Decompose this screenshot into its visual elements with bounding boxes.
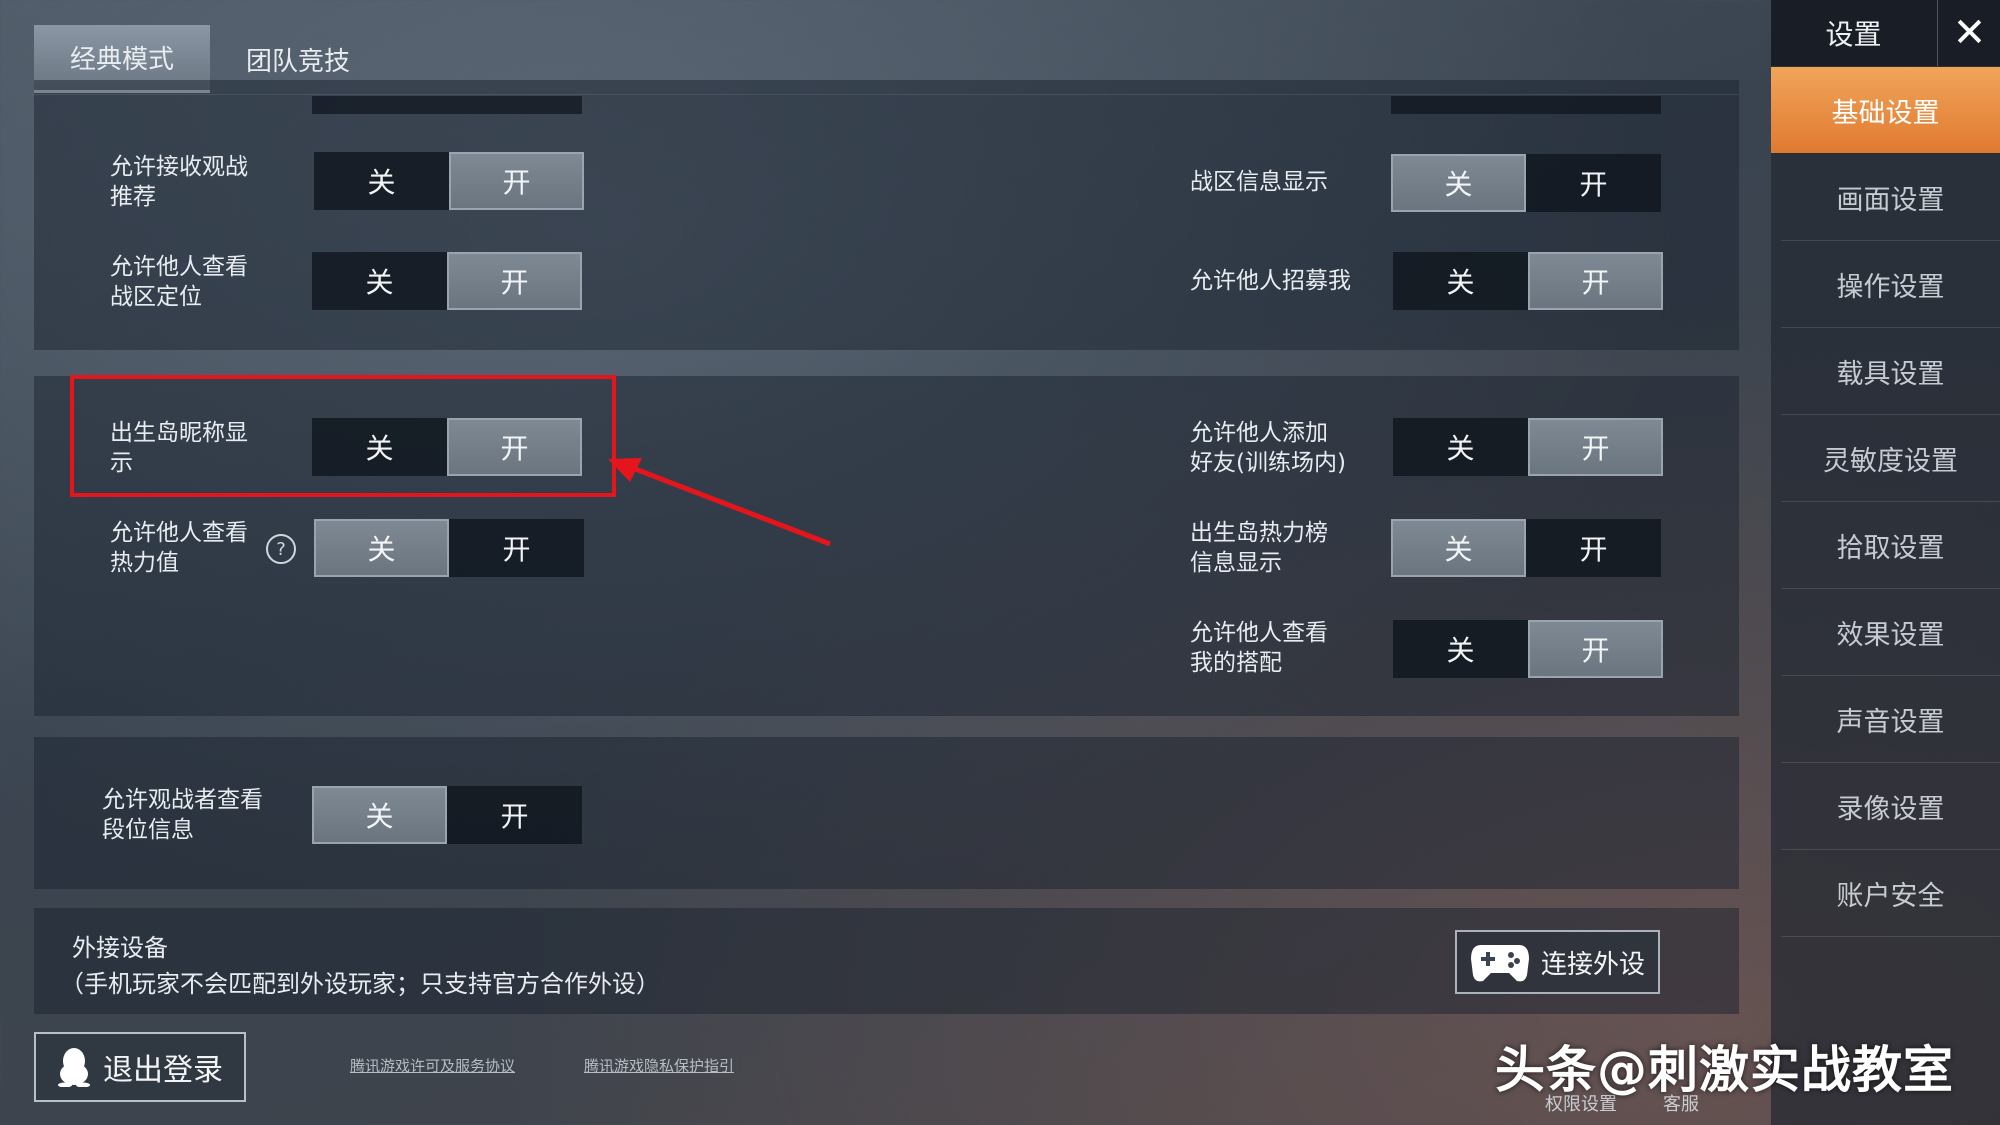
- sidebar-item-basic[interactable]: 基础设置: [1771, 67, 2000, 153]
- toggle-on-option[interactable]: 开: [1526, 154, 1661, 212]
- toggle-off-option[interactable]: 关: [314, 152, 449, 210]
- sidebar-item-recording[interactable]: 录像设置: [1781, 763, 2000, 850]
- label-allow-view-heat-value: 允许他人查看热力值: [110, 520, 248, 576]
- close-button[interactable]: ✕: [1937, 0, 2000, 66]
- sidebar-item-sensitivity[interactable]: 灵敏度设置: [1781, 415, 2000, 502]
- sidebar-item-vehicle[interactable]: 载具设置: [1781, 328, 2000, 415]
- sidebar-item-controls[interactable]: 操作设置: [1781, 241, 2000, 328]
- logout-button[interactable]: 退出登录: [34, 1032, 246, 1102]
- label-spawn-island-heat-rank: 出生岛热力榜信息显示: [1190, 520, 1328, 576]
- toggle-off-option[interactable]: 关: [1391, 154, 1526, 212]
- toggle-on-option[interactable]: 开: [449, 152, 584, 210]
- label-allow-recruit-me: 允许他人招募我: [1190, 268, 1351, 294]
- toggle-allow-view-heat-value[interactable]: 关 开: [314, 519, 584, 577]
- toggle-allow-spectate-recommend[interactable]: 关 开: [314, 152, 584, 210]
- toggle-allow-view-zone-location[interactable]: 关 开: [312, 252, 582, 310]
- sidebar-item-account-security[interactable]: 账户安全: [1781, 850, 2000, 937]
- cutoff-toggle-left: [312, 96, 582, 114]
- settings-panel-3: [34, 737, 1739, 889]
- external-device-title: 外接设备: [72, 934, 168, 962]
- toggle-off-option[interactable]: 关: [312, 786, 447, 844]
- sidebar-title: 设置: [1825, 18, 1882, 51]
- toggle-allow-spectator-view-rank[interactable]: 关 开: [312, 786, 582, 844]
- toggle-on-option[interactable]: 开: [447, 252, 582, 310]
- gamepad-icon: [1471, 945, 1529, 982]
- watermark: 头条@刺激实战教室: [1495, 1041, 1954, 1099]
- label-zone-info-display: 战区信息显示: [1190, 169, 1328, 195]
- logout-label: 退出登录: [103, 1053, 223, 1088]
- red-arrow-icon: [608, 458, 831, 547]
- highlight-box: [70, 375, 616, 497]
- toggle-allow-view-my-outfit[interactable]: 关 开: [1393, 620, 1663, 678]
- toggle-off-option[interactable]: 关: [1393, 252, 1528, 310]
- toggle-zone-info-display[interactable]: 关 开: [1391, 154, 1661, 212]
- sidebar-item-sound[interactable]: 声音设置: [1781, 676, 2000, 763]
- close-icon: ✕: [1952, 10, 1987, 56]
- label-allow-add-friend-training: 允许他人添加好友(训练场内): [1190, 420, 1346, 476]
- external-device-note: （手机玩家不会匹配到外设玩家；只支持官方合作外设）: [60, 970, 660, 998]
- license-agreement-link[interactable]: 腾讯游戏许可及服务协议: [350, 1055, 515, 1076]
- toggle-on-option[interactable]: 开: [449, 519, 584, 577]
- label-allow-view-zone-location: 允许他人查看战区定位: [110, 254, 248, 310]
- sidebar-item-pickup[interactable]: 拾取设置: [1781, 502, 2000, 589]
- connect-external-label: 连接外设: [1541, 949, 1646, 980]
- label-allow-view-my-outfit: 允许他人查看我的搭配: [1190, 620, 1328, 676]
- privacy-guide-link[interactable]: 腾讯游戏隐私保护指引: [584, 1055, 734, 1076]
- question-circle-icon[interactable]: ?: [266, 534, 296, 564]
- toggle-off-option[interactable]: 关: [1391, 519, 1526, 577]
- sidebar-item-effects[interactable]: 效果设置: [1781, 589, 2000, 676]
- label-allow-spectate-recommend: 允许接收观战推荐: [110, 154, 248, 210]
- toggle-off-option[interactable]: 关: [314, 519, 449, 577]
- qq-penguin-icon: [58, 1048, 90, 1087]
- toggle-allow-add-friend-training[interactable]: 关 开: [1393, 418, 1663, 476]
- toggle-on-option[interactable]: 开: [1526, 519, 1661, 577]
- label-allow-spectator-view-rank: 允许观战者查看段位信息: [102, 787, 263, 843]
- toggle-spawn-island-heat-rank[interactable]: 关 开: [1391, 519, 1661, 577]
- cutoff-toggle-right: [1391, 96, 1661, 114]
- connect-external-button[interactable]: 连接外设: [1455, 930, 1660, 994]
- toggle-on-option[interactable]: 开: [1528, 620, 1663, 678]
- toggle-off-option[interactable]: 关: [1393, 418, 1528, 476]
- toggle-off-option[interactable]: 关: [1393, 620, 1528, 678]
- toggle-on-option[interactable]: 开: [1528, 252, 1663, 310]
- toggle-on-option[interactable]: 开: [447, 786, 582, 844]
- toggle-off-option[interactable]: 关: [312, 252, 447, 310]
- toggle-on-option[interactable]: 开: [1528, 418, 1663, 476]
- toggle-allow-recruit-me[interactable]: 关 开: [1393, 252, 1663, 310]
- sidebar-item-graphics[interactable]: 画面设置: [1781, 154, 2000, 241]
